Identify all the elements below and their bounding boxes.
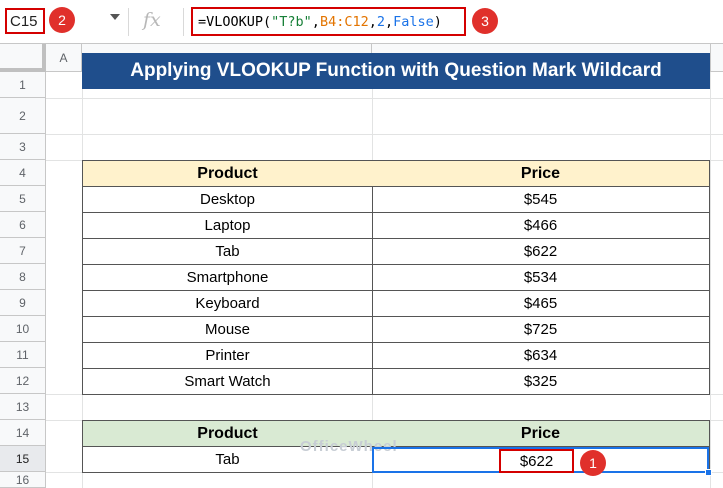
row-header[interactable]: 14 [0,420,46,446]
result-value-highlight[interactable]: $622 [499,449,574,473]
row-header[interactable]: 12 [0,368,46,394]
table-cell-product[interactable]: Mouse [82,316,373,343]
table-header-product[interactable]: Product [82,160,373,187]
row-header[interactable]: 5 [0,186,46,212]
formula-suffix: ) [433,13,442,30]
row-header[interactable]: 6 [0,212,46,238]
select-all-corner[interactable] [0,44,46,72]
formula-string-arg: "T?b" [271,13,312,30]
column-header-a[interactable]: A [46,44,82,72]
formula-comma: , [385,13,394,30]
lookup-header-price[interactable]: Price [372,420,710,447]
formula-input[interactable]: =VLOOKUP("T?b", B4:C12, 2, False) [191,7,466,36]
table-cell-product[interactable]: Keyboard [82,290,373,317]
row-header[interactable]: 9 [0,290,46,316]
table-header-price[interactable]: Price [372,160,710,187]
formula-bar: C15 2 fx =VLOOKUP("T?b", B4:C12, 2, False) … [0,0,723,44]
callout-badge-1: 1 [580,450,606,476]
formula-comma: , [368,13,377,30]
gridline [46,134,723,135]
divider [128,8,129,36]
callout-badge-3: 3 [472,8,498,34]
table-cell-product[interactable]: Smartphone [82,264,373,291]
table-cell-product[interactable]: Tab [82,238,373,265]
row-header[interactable]: 7 [0,238,46,264]
row-header[interactable]: 13 [0,394,46,420]
table-cell-product[interactable]: Smart Watch [82,368,373,395]
table-cell-product[interactable]: Laptop [82,212,373,239]
formula-bool-arg: False [393,13,434,30]
table-cell-price[interactable]: $545 [372,186,710,213]
formula-range-arg: B4:C12 [319,13,369,30]
row-header[interactable]: 16 [0,472,46,488]
table-cell-product[interactable]: Printer [82,342,373,369]
formula-prefix: =VLOOKUP( [198,13,272,30]
row-header[interactable]: 4 [0,160,46,186]
row-header[interactable]: 2 [0,98,46,134]
row-header[interactable]: 3 [0,134,46,160]
table-cell-price[interactable]: $325 [372,368,710,395]
fill-handle[interactable] [705,469,712,476]
table-cell-price[interactable]: $634 [372,342,710,369]
name-box[interactable]: C15 [5,8,45,34]
formula-comma: , [311,13,320,30]
gridline [46,98,723,99]
divider [183,8,184,36]
row-header-selected[interactable]: 15 [0,446,46,472]
row-header[interactable]: 11 [0,342,46,368]
table-cell-price[interactable]: $534 [372,264,710,291]
table-cell-product[interactable]: Desktop [82,186,373,213]
row-header[interactable]: 10 [0,316,46,342]
sheet-title[interactable]: Applying VLOOKUP Function with Question … [82,53,710,89]
table-cell-price[interactable]: $725 [372,316,710,343]
callout-badge-2: 2 [49,7,75,33]
row-header[interactable]: 8 [0,264,46,290]
table-cell-price[interactable]: $465 [372,290,710,317]
table-cell-price[interactable]: $622 [372,238,710,265]
table-cell-price[interactable]: $466 [372,212,710,239]
formula-index-arg: 2 [376,13,385,30]
name-box-dropdown-icon[interactable] [110,14,120,20]
column-header-d[interactable] [711,44,723,72]
fx-icon: fx [143,9,161,31]
row-header[interactable]: 1 [0,72,46,98]
